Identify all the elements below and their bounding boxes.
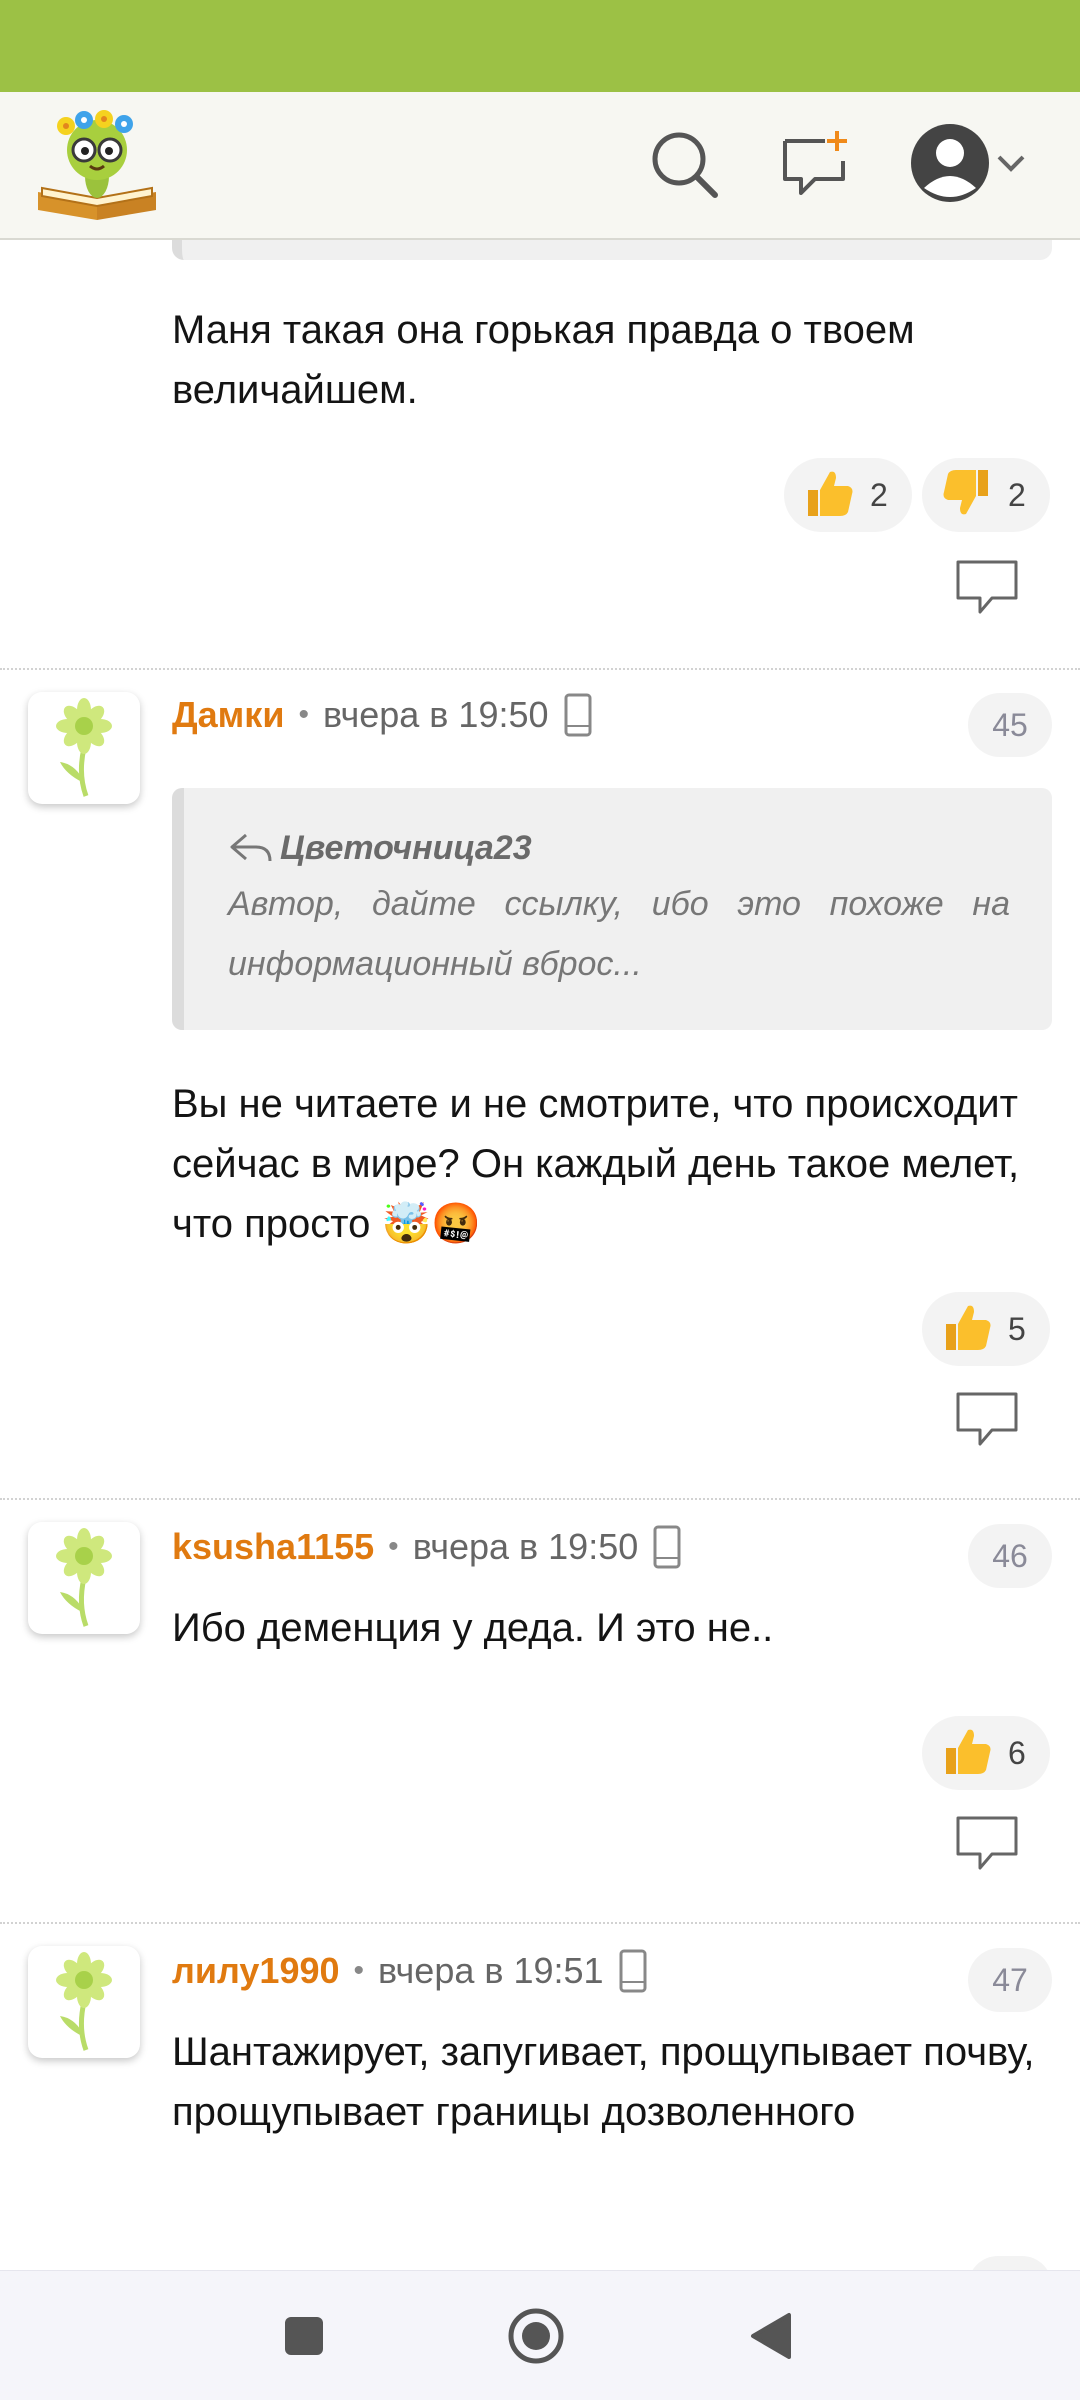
comment-text: Маня такая она горькая правда о твоем ве… <box>172 308 915 412</box>
recents-square-icon <box>285 2317 323 2355</box>
daisy-avatar-icon <box>56 1528 112 1627</box>
system-nav-bar <box>0 2270 1080 2400</box>
reply-bubble-icon <box>956 1392 1018 1446</box>
comments-feed[interactable]: Маня такая она горькая правда о твоем ве… <box>0 240 1080 2270</box>
dislike-button[interactable]: 2 <box>922 458 1050 532</box>
comment-number-badge[interactable]: 46 <box>968 1524 1052 1588</box>
reply-button[interactable] <box>954 1814 1020 1874</box>
comment-time: вчера в 19:51 <box>378 1950 604 1991</box>
meta-separator: • <box>298 698 309 731</box>
like-count: 2 <box>870 476 888 513</box>
comment-meta: Дамки • вчера в 19:50 <box>172 690 593 740</box>
comment-meta: ksusha1155 • вчера в 19:50 <box>172 1522 682 1572</box>
meta-separator: • <box>353 1954 365 1987</box>
comment-text: Ибо деменция у деда. И это не.. <box>172 1606 774 1650</box>
like-button[interactable]: 5 <box>922 1292 1050 1366</box>
app-header <box>0 92 1080 240</box>
dislike-count: 2 <box>1008 476 1026 513</box>
search-icon <box>652 132 718 198</box>
quote-header: Цветочница23 <box>228 822 1010 874</box>
like-count: 6 <box>1008 1734 1026 1771</box>
status-bar <box>0 0 1080 92</box>
user-avatar-icon <box>911 124 989 202</box>
author-name[interactable]: Дамки <box>172 694 284 736</box>
like-count: 5 <box>1008 1310 1026 1347</box>
mobile-device-icon <box>619 1949 647 1993</box>
avatar[interactable] <box>28 1522 140 1634</box>
comment-time: вчера в 19:50 <box>322 694 549 735</box>
quote-block <box>172 240 1052 260</box>
chevron-down-icon <box>997 155 1025 172</box>
daisy-avatar-icon <box>56 698 112 797</box>
comment-divider <box>0 668 1080 670</box>
quote-block: Цветочница23 Автор, дайте ссылку, ибо эт… <box>172 788 1052 1030</box>
avatar[interactable] <box>28 1946 140 2058</box>
reply-bubble-icon <box>956 560 1018 614</box>
reply-bubble-icon <box>956 1816 1018 1870</box>
comment-number-badge[interactable]: 47 <box>968 1948 1052 2012</box>
reply-button[interactable] <box>954 558 1020 618</box>
quote-text: Автор, дайте ссылку, ибо это похоже на и… <box>228 885 1010 983</box>
recents-button[interactable] <box>264 2296 344 2376</box>
avatar[interactable] <box>28 692 140 804</box>
comment-text: Вы не читаете и не смотрите, что происхо… <box>172 1082 1020 1246</box>
comment-divider <box>0 1498 1080 1500</box>
comment-text: Шантажирует, запугивает, прощупывает поч… <box>172 2030 1035 2134</box>
comment-meta: лилу1990 • вчера в 19:51 <box>172 1946 648 1996</box>
new-comment-button[interactable] <box>770 120 860 210</box>
back-button[interactable] <box>730 2296 810 2376</box>
comment-time: вчера в 19:50 <box>412 1526 639 1567</box>
like-button[interactable]: 2 <box>784 458 912 532</box>
thumbs-up-icon <box>802 466 856 525</box>
daisy-avatar-icon <box>56 1952 112 2051</box>
back-triangle-icon <box>751 2313 791 2359</box>
home-button[interactable] <box>496 2296 576 2376</box>
thumbs-down-icon <box>940 466 994 525</box>
author-name[interactable]: лилу1990 <box>172 1950 340 1992</box>
mobile-device-icon <box>564 693 592 737</box>
reply-arrow-icon <box>230 833 272 862</box>
meta-separator: • <box>388 1530 399 1563</box>
reaction-stub <box>968 2256 1052 2270</box>
thumbs-up-icon <box>940 1724 994 1783</box>
like-button[interactable]: 6 <box>922 1716 1050 1790</box>
quote-author-name[interactable]: Цветочница23 <box>280 822 532 874</box>
home-circle-icon <box>508 2308 564 2364</box>
new-comment-icon <box>783 131 847 195</box>
profile-menu-button[interactable] <box>900 118 1040 208</box>
comment-divider <box>0 1922 1080 1924</box>
reply-button[interactable] <box>954 1390 1020 1450</box>
comment-number-badge[interactable]: 45 <box>968 693 1052 757</box>
bookworm-logo-icon[interactable] <box>34 110 160 224</box>
search-button[interactable] <box>640 120 730 210</box>
mobile-device-icon <box>653 1525 681 1569</box>
thumbs-up-icon <box>940 1300 994 1359</box>
author-name[interactable]: ksusha1155 <box>172 1526 374 1568</box>
